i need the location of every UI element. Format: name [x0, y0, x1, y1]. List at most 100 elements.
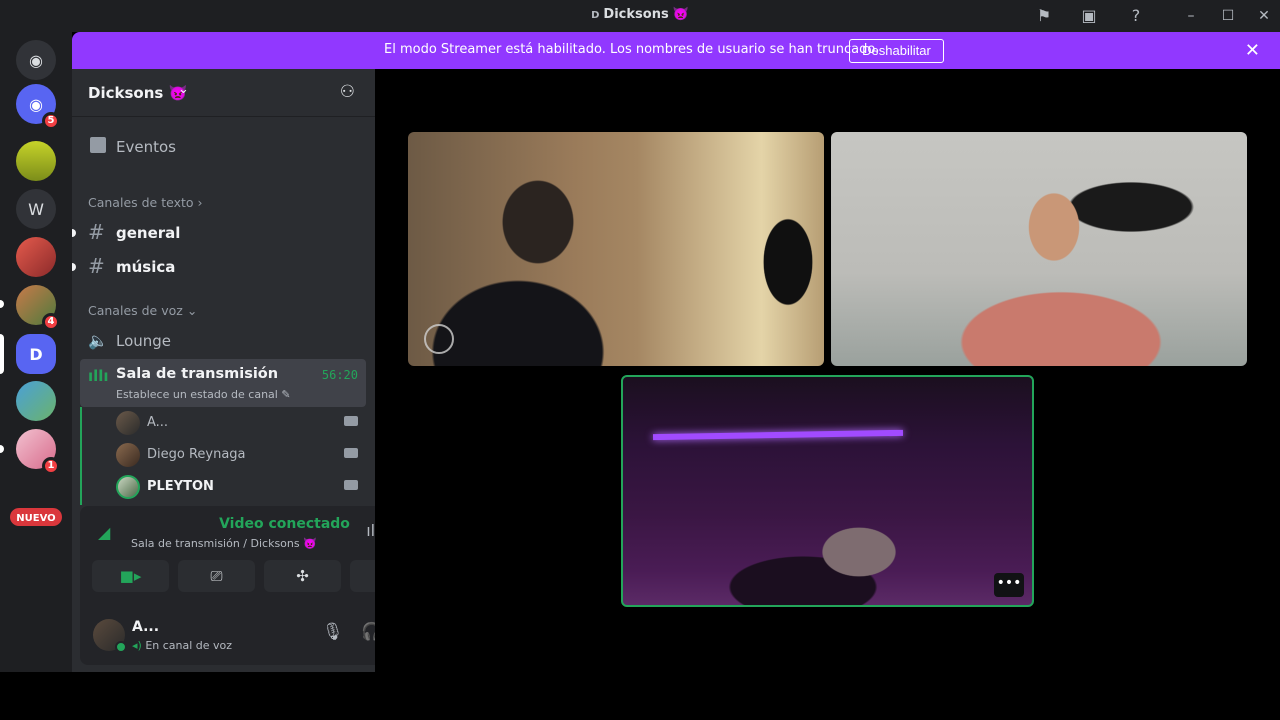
avatar	[116, 411, 140, 435]
close-icon[interactable]: ✕	[1245, 40, 1260, 61]
channel-sidebar: Dicksons 👿 ⌄ ⚇ Eventos Canales de texto …	[72, 69, 438, 672]
server-avatar	[16, 381, 56, 421]
video-grid: •••	[375, 69, 1280, 672]
guild-header[interactable]: Dicksons 👿 ⌄ ⚇	[72, 69, 375, 117]
mention-badge: 4	[42, 313, 60, 331]
add-user-icon[interactable]: ⚇	[340, 82, 355, 102]
microphone-icon[interactable]: 🎙	[322, 622, 344, 642]
events-item[interactable]: Eventos	[80, 131, 367, 161]
streamer-mode-banner: El modo Streamer está habilitado. Los no…	[72, 32, 1280, 69]
speaker-icon: ◂)	[132, 639, 142, 652]
server-icon-selected[interactable]: D	[16, 334, 56, 374]
title-bar: D Dicksons 👿 ⚑ ▣ ? – ☐ ✕	[0, 0, 1280, 32]
devil-emoji: 👿	[303, 537, 317, 550]
mention-badge: 5	[42, 112, 60, 130]
voice-member[interactable]: Diego Reynaga	[116, 440, 366, 470]
voice-category-label: Canales de voz	[88, 303, 183, 318]
screen-share-icon: ⎚	[210, 567, 223, 585]
video-tile[interactable]	[408, 132, 824, 366]
chevron-right-icon: ›	[197, 195, 203, 210]
server-icon[interactable]: 1	[16, 429, 60, 475]
server-icon[interactable]: W	[16, 189, 56, 229]
text-category-label: Canales de texto	[88, 195, 194, 210]
server-icon[interactable]: 4	[16, 285, 60, 331]
close-window-button[interactable]: ✕	[1254, 6, 1274, 26]
camera-icon	[344, 416, 358, 426]
member-name: Diego Reynaga	[147, 447, 246, 462]
video-camera-icon: ■▸	[119, 567, 142, 585]
led-strip	[652, 429, 904, 441]
server-initial-icon: D	[591, 10, 600, 21]
minimize-button[interactable]: –	[1181, 6, 1201, 26]
voice-member[interactable]: PLEYTON	[116, 472, 366, 502]
chevron-down-icon: ⌄	[178, 82, 189, 97]
video-tile-focused[interactable]: •••	[621, 375, 1034, 607]
events-label: Eventos	[116, 138, 176, 156]
more-options-icon[interactable]: •••	[994, 573, 1024, 597]
connection-signal-icon[interactable]: ◢	[98, 523, 110, 542]
unread-indicator	[72, 229, 76, 237]
unread-indicator	[72, 263, 76, 271]
new-unreads-badge[interactable]: NUEVO	[8, 506, 64, 528]
guild-name-text: Dicksons	[88, 84, 164, 102]
screen-share-button[interactable]: ⎚	[178, 560, 255, 592]
call-timer: 56:20	[321, 368, 358, 382]
chevron-down-icon: ⌄	[186, 303, 198, 318]
voice-member[interactable]: A...	[116, 408, 366, 438]
activities-button[interactable]: ✣	[264, 560, 341, 592]
camera-button[interactable]: ■▸	[92, 560, 169, 592]
maximize-button[interactable]: ☐	[1218, 6, 1238, 26]
avatar	[116, 475, 140, 499]
voice-status-subtitle[interactable]: Sala de transmisión / Dicksons 👿	[131, 537, 317, 550]
calendar-icon	[90, 137, 106, 153]
unread-pill	[0, 445, 4, 453]
flag-icon[interactable]: ⚑	[1034, 6, 1054, 26]
server-avatar	[16, 237, 56, 277]
banner-text: El modo Streamer está habilitado. Los no…	[384, 42, 880, 57]
discord-logo-icon: ◉	[16, 40, 56, 80]
mention-badge: 1	[42, 457, 60, 475]
member-name: PLEYTON	[147, 479, 214, 494]
channel-general[interactable]: # general	[72, 217, 367, 249]
user-name[interactable]: A...	[132, 619, 159, 635]
disable-streamer-mode-button[interactable]: Deshabilitar	[849, 39, 944, 63]
server-icon[interactable]	[16, 237, 56, 277]
window-title-text: Dicksons	[603, 7, 669, 22]
video-tile[interactable]	[831, 132, 1247, 366]
voice-channel-stage[interactable]: ıllı Sala de transmisión 56:20 Establece…	[80, 359, 366, 407]
hash-icon: #	[88, 220, 105, 244]
hash-icon: #	[88, 254, 105, 278]
channel-status[interactable]: Establece un estado de canal ✎	[116, 388, 291, 401]
server-icon[interactable]	[16, 141, 56, 181]
voice-subtitle-text: Sala de transmisión / Dicksons	[131, 537, 300, 550]
avatar	[116, 443, 140, 467]
voice-channel-lounge[interactable]: 🔈 Lounge	[80, 325, 367, 357]
devil-emoji: 👿	[672, 7, 689, 22]
channel-label: música	[116, 258, 176, 276]
direct-messages-button[interactable]: ◉ 5	[16, 84, 60, 130]
stream-indicator-icon	[424, 324, 454, 354]
server-initial: D	[16, 334, 56, 374]
selected-pill	[0, 334, 4, 374]
channel-status-text: Establece un estado de canal	[116, 388, 278, 401]
server-icon[interactable]	[16, 381, 56, 421]
camera-icon	[344, 448, 358, 458]
discord-home-button[interactable]: ◉	[16, 40, 56, 80]
server-rail: ◉ ◉ 5 W 4 D 1 NUEVO	[0, 32, 72, 672]
stage-signal-icon: ıllı	[88, 367, 109, 385]
inbox-icon[interactable]: ▣	[1079, 6, 1099, 26]
user-status: ◂) En canal de voz	[132, 639, 232, 652]
channel-musica[interactable]: # música	[72, 251, 367, 283]
channel-label: Lounge	[116, 332, 172, 350]
unread-pill	[0, 300, 4, 308]
guild-name: Dicksons 👿	[88, 84, 187, 102]
speaker-icon: 🔈	[88, 331, 108, 350]
camera-icon	[344, 480, 358, 490]
activities-icon: ✣	[296, 567, 309, 585]
voice-category[interactable]: Canales de voz ⌄	[88, 303, 197, 318]
server-initial: W	[16, 189, 56, 229]
connected-line	[80, 407, 82, 505]
online-status-dot	[115, 641, 127, 653]
help-icon[interactable]: ?	[1126, 6, 1146, 26]
text-category[interactable]: Canales de texto ›	[88, 195, 203, 210]
